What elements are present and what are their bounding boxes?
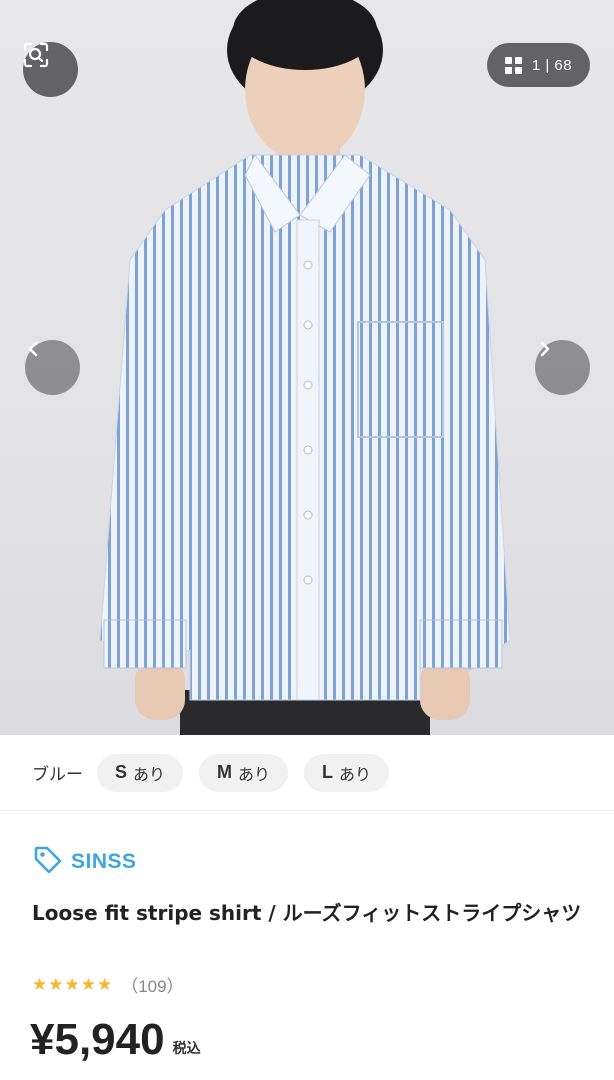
review-count: （109） — [121, 977, 184, 996]
color-label: ブルー — [32, 765, 83, 785]
brand-name: SINSS — [71, 850, 137, 873]
next-image-button[interactable] — [535, 340, 590, 395]
rating[interactable]: ★★★★★ （109） — [32, 972, 184, 997]
tag-icon — [33, 845, 63, 879]
previous-image-button[interactable] — [25, 340, 80, 395]
size-chip-l[interactable]: L あり — [304, 753, 390, 792]
size-chip-s[interactable]: S あり — [97, 753, 184, 792]
stock-label: あり — [238, 764, 271, 784]
stock-label: あり — [339, 764, 372, 784]
price-row: ¥5,940 税込 — [30, 1014, 201, 1066]
product-photo-illustration — [99, 0, 511, 735]
grid-icon — [504, 56, 522, 74]
price: ¥5,940 — [30, 1015, 165, 1064]
stock-label: あり — [133, 764, 166, 784]
size-label: M — [217, 762, 233, 782]
variant-selector: ブルー S あり M あり L あり — [0, 735, 614, 811]
size-label: S — [115, 762, 128, 782]
image-search-button[interactable] — [23, 42, 78, 97]
image-counter-button[interactable]: 1 | 68 — [487, 43, 590, 87]
size-label: L — [322, 762, 334, 782]
tax-label: 税込 — [172, 1041, 201, 1057]
image-counter-text: 1 | 68 — [531, 56, 573, 74]
product-image[interactable]: 1 | 68 — [0, 0, 614, 735]
product-title: Loose fit stripe shirt / ルーズフィットストライプシャツ — [32, 901, 582, 925]
brand-link[interactable]: SINSS — [33, 845, 137, 879]
star-rating: ★★★★★ — [32, 974, 114, 995]
size-chip-m[interactable]: M あり — [199, 753, 289, 792]
